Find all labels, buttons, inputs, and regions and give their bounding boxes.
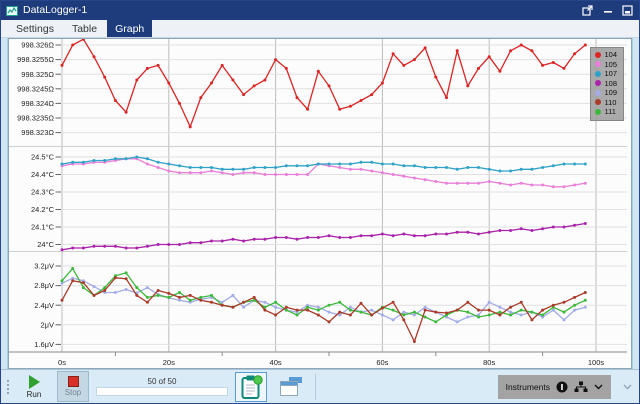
svg-text:998.326Ω: 998.326Ω [21, 41, 54, 50]
svg-text:60s: 60s [376, 358, 388, 367]
legend-dot-icon [595, 99, 601, 105]
datalogger-window: DataLogger-1 Settings Table Graph [0, 0, 640, 404]
tab-bar: Settings Table Graph [1, 20, 639, 38]
svg-text:998.3235Ω: 998.3235Ω [17, 114, 54, 123]
tab-settings[interactable]: Settings [8, 20, 62, 37]
legend-item-104[interactable]: 104 [595, 50, 617, 60]
titlebar: DataLogger-1 [1, 1, 639, 20]
toolbar-grip-icon[interactable] [5, 380, 11, 394]
svg-text:0s: 0s [58, 358, 66, 367]
legend-label: 111 [604, 107, 615, 117]
legend-item-105[interactable]: 105 [595, 60, 617, 70]
chevron-down-icon [594, 384, 603, 390]
run-icon [29, 375, 40, 389]
legend-item-109[interactable]: 109 [595, 88, 617, 98]
legend-label: 109 [604, 88, 617, 98]
restore-icon[interactable] [621, 4, 634, 17]
run-label: Run [27, 390, 42, 399]
instruments-label: Instruments [506, 382, 550, 392]
svg-text:2μV: 2μV [41, 320, 55, 329]
svg-text:3.2μV: 3.2μV [34, 262, 54, 271]
acquisition-progress: 50 of 50 [96, 377, 228, 396]
svg-text:100s: 100s [588, 358, 605, 367]
graph-view: 998.326Ω 998.3255Ω 998.325Ω 998.3245Ω 998.32… [1, 38, 639, 369]
stop-button[interactable]: Stop [57, 371, 89, 402]
progress-bar [96, 387, 228, 396]
toolbar-separator [315, 374, 316, 400]
legend-label: 108 [604, 79, 617, 89]
tab-graph[interactable]: Graph [107, 20, 152, 37]
sitemap-icon [574, 381, 588, 393]
svg-text:80s: 80s [483, 358, 495, 367]
legend-label: 104 [604, 50, 617, 60]
window-controls [581, 4, 634, 17]
legend-label: 107 [604, 69, 617, 79]
progress-count: 50 of 50 [148, 377, 177, 386]
window-layout-icon [278, 376, 304, 398]
legend-item-111[interactable]: 111 [595, 107, 617, 117]
clipboard-icon [239, 374, 263, 400]
graph-plot-area[interactable]: 998.326Ω 998.3255Ω 998.325Ω 998.3245Ω 998.32… [8, 38, 632, 369]
svg-text:40s: 40s [270, 358, 282, 367]
stop-label: Stop [65, 388, 81, 397]
svg-text:24.4°C: 24.4°C [31, 170, 55, 179]
channel-legend: 104105107108109110111 [590, 47, 624, 121]
svg-text:24.1°C: 24.1°C [31, 223, 55, 232]
svg-text:24.2°C: 24.2°C [31, 205, 55, 214]
toolbar-overflow-chevron-icon[interactable] [618, 384, 635, 390]
legend-dot-icon [595, 52, 601, 58]
legend-label: 105 [604, 60, 617, 70]
right-splitter[interactable] [632, 38, 639, 369]
legend-dot-icon [595, 80, 601, 86]
app-icon [6, 5, 18, 17]
svg-text:998.3255Ω: 998.3255Ω [17, 55, 54, 64]
svg-text:2.4μV: 2.4μV [34, 301, 54, 310]
minimize-icon[interactable] [601, 4, 614, 17]
svg-text:998.325Ω: 998.325Ω [21, 70, 54, 79]
legend-dot-icon [595, 90, 601, 96]
legend-label: 110 [604, 98, 616, 108]
tab-table[interactable]: Table [64, 20, 105, 37]
stop-icon [68, 376, 79, 387]
legend-item-108[interactable]: 108 [595, 79, 617, 89]
strip-chart: 998.326Ω 998.3255Ω 998.325Ω 998.3245Ω 998.32… [9, 39, 631, 369]
legend-dot-icon [595, 109, 601, 115]
svg-text:24.5°C: 24.5°C [31, 153, 55, 162]
svg-text:20s: 20s [163, 358, 175, 367]
legend-dot-icon [595, 61, 601, 67]
window-title: DataLogger-1 [23, 1, 87, 20]
svg-text:24°C: 24°C [37, 240, 54, 249]
legend-dot-icon [595, 71, 601, 77]
svg-text:998.324Ω: 998.324Ω [21, 99, 54, 108]
run-button[interactable]: Run [18, 371, 50, 402]
legend-item-110[interactable]: 110 [595, 98, 617, 108]
instruments-dropdown[interactable]: Instruments [498, 375, 611, 399]
legend-item-107[interactable]: 107 [595, 69, 617, 79]
svg-text:2.8μV: 2.8μV [34, 281, 54, 290]
instrument-status-icon [556, 381, 568, 393]
new-window-button[interactable] [274, 372, 308, 402]
left-splitter[interactable] [1, 38, 8, 369]
svg-text:24.3°C: 24.3°C [31, 188, 55, 197]
popout-icon[interactable] [581, 4, 594, 17]
svg-text:998.323Ω: 998.323Ω [21, 128, 54, 137]
svg-text:1.6μV: 1.6μV [34, 340, 54, 349]
svg-text:998.3245Ω: 998.3245Ω [17, 84, 54, 93]
acquisition-toolbar: Run Stop 50 of 50 [1, 369, 639, 403]
datalog-button[interactable] [235, 372, 267, 402]
